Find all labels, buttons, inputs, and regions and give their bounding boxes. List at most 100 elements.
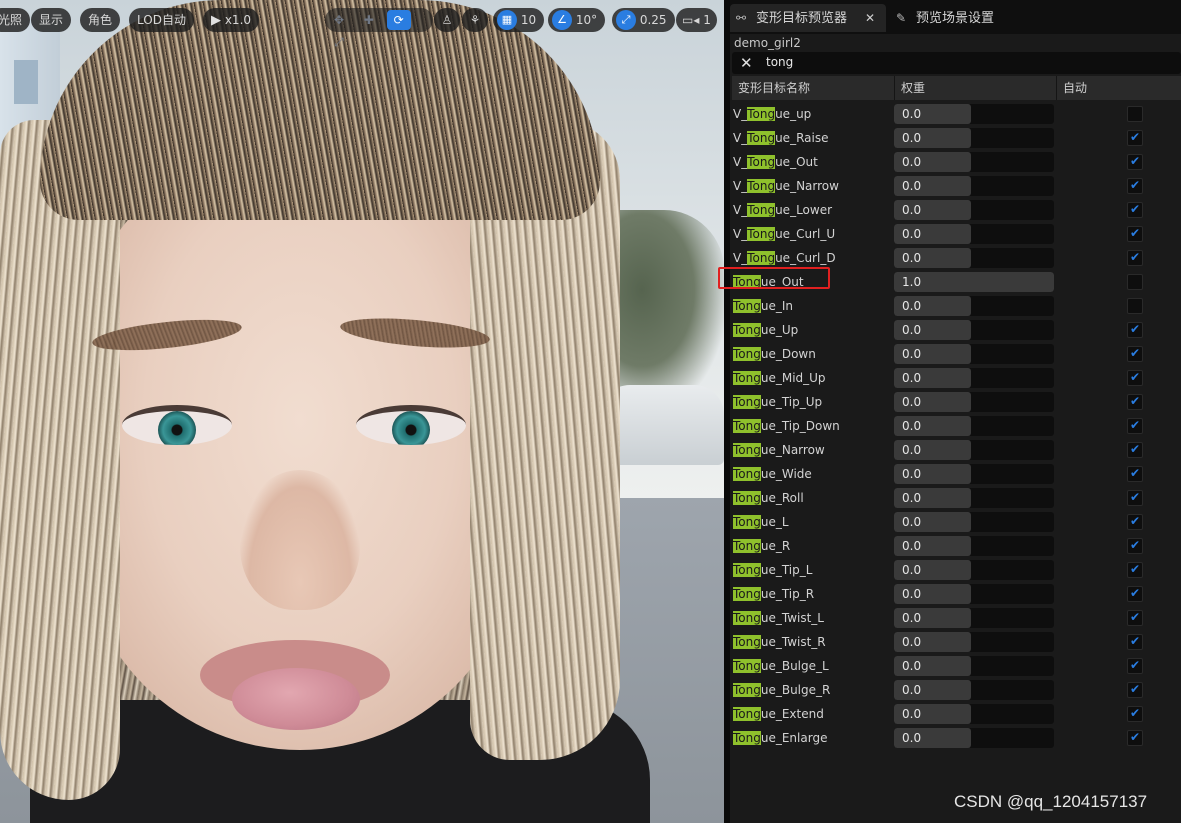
angle-snap-button[interactable]: ∠ 10° <box>548 8 606 32</box>
tab-preview-scene-settings[interactable]: ✎ 预览场景设置 <box>890 4 1030 32</box>
lighting-button[interactable]: 光照 <box>0 8 31 32</box>
surface-snap-button[interactable]: ⚘ <box>462 8 488 32</box>
auto-checkbox[interactable] <box>1127 370 1143 386</box>
weight-slider[interactable]: 0.0 <box>894 416 1054 436</box>
auto-checkbox[interactable] <box>1127 514 1143 530</box>
auto-checkbox[interactable] <box>1127 466 1143 482</box>
auto-checkbox[interactable] <box>1127 610 1143 626</box>
weight-slider[interactable]: 0.0 <box>894 680 1054 700</box>
weight-slider[interactable]: 0.0 <box>894 248 1054 268</box>
table-row[interactable]: Tongue_Tip_Up 0.0 <box>730 390 1181 414</box>
weight-slider[interactable]: 0.0 <box>894 512 1054 532</box>
auto-checkbox[interactable] <box>1127 658 1143 674</box>
auto-checkbox[interactable] <box>1127 322 1143 338</box>
auto-checkbox[interactable] <box>1127 346 1143 362</box>
camera-speed-button[interactable]: ▭◂ 1 <box>676 8 717 32</box>
scale-tool-icon[interactable]: ⤢ <box>327 32 351 52</box>
auto-checkbox[interactable] <box>1127 586 1143 602</box>
weight-slider[interactable]: 0.0 <box>894 368 1054 388</box>
table-row[interactable]: V_Tongue_Narrow 0.0 <box>730 174 1181 198</box>
auto-checkbox[interactable] <box>1127 130 1143 146</box>
auto-checkbox[interactable] <box>1127 202 1143 218</box>
coordinate-space-button[interactable]: ♙ <box>434 8 460 32</box>
weight-slider[interactable]: 0.0 <box>894 488 1054 508</box>
auto-checkbox[interactable] <box>1127 106 1143 122</box>
tab-morph-target-previewer[interactable]: ⚯ 变形目标预览器 ✕ <box>730 4 886 32</box>
auto-checkbox[interactable] <box>1127 706 1143 722</box>
weight-slider[interactable]: 0.0 <box>894 464 1054 484</box>
show-button[interactable]: 显示 <box>31 8 72 32</box>
table-row[interactable]: Tongue_Twist_R 0.0 <box>730 630 1181 654</box>
table-row[interactable]: Tongue_Up 0.0 <box>730 318 1181 342</box>
weight-slider[interactable]: 0.0 <box>894 704 1054 724</box>
lod-button[interactable]: LOD自动 <box>129 8 194 32</box>
table-row[interactable]: Tongue_Down 0.0 <box>730 342 1181 366</box>
table-row[interactable]: Tongue_Mid_Up 0.0 <box>730 366 1181 390</box>
weight-slider[interactable]: 0.0 <box>894 584 1054 604</box>
grid-snap-button[interactable]: ▦ 10 <box>493 8 545 32</box>
auto-checkbox[interactable] <box>1127 274 1143 290</box>
table-row[interactable]: Tongue_Bulge_R 0.0 <box>730 678 1181 702</box>
move-tool-icon[interactable]: ✚ <box>357 10 381 30</box>
table-row[interactable]: V_Tongue_Raise 0.0 <box>730 126 1181 150</box>
auto-checkbox[interactable] <box>1127 682 1143 698</box>
table-row[interactable]: Tongue_Narrow 0.0 <box>730 438 1181 462</box>
close-icon[interactable]: ✕ <box>865 4 875 32</box>
weight-slider[interactable]: 0.0 <box>894 200 1054 220</box>
auto-checkbox[interactable] <box>1127 562 1143 578</box>
weight-slider[interactable]: 0.0 <box>894 608 1054 628</box>
column-header-name[interactable]: 变形目标名称 <box>732 76 895 100</box>
weight-slider[interactable]: 0.0 <box>894 320 1054 340</box>
weight-slider[interactable]: 0.0 <box>894 632 1054 652</box>
viewport[interactable]: 光照 显示 角色 LOD自动 ▶ x1.0 ✥ ✚ ⟳ ⤢ ♙ ⚘ ▦ 10 ∠… <box>0 0 724 823</box>
column-header-weight[interactable]: 权重 <box>895 76 1057 100</box>
auto-checkbox[interactable] <box>1127 634 1143 650</box>
table-row[interactable]: V_Tongue_up 0.0 <box>730 102 1181 126</box>
table-row[interactable]: Tongue_Tip_L 0.0 <box>730 558 1181 582</box>
auto-checkbox[interactable] <box>1127 538 1143 554</box>
column-header-auto[interactable]: 自动 <box>1057 76 1181 100</box>
weight-slider[interactable]: 1.0 <box>894 272 1054 292</box>
weight-slider[interactable]: 0.0 <box>894 176 1054 196</box>
play-speed-button[interactable]: ▶ x1.0 <box>203 8 260 32</box>
character-button[interactable]: 角色 <box>80 8 121 32</box>
auto-checkbox[interactable] <box>1127 394 1143 410</box>
auto-checkbox[interactable] <box>1127 298 1143 314</box>
table-row[interactable]: Tongue_Wide 0.0 <box>730 462 1181 486</box>
weight-slider[interactable]: 0.0 <box>894 152 1054 172</box>
table-row[interactable]: Tongue_Enlarge 0.0 <box>730 726 1181 750</box>
table-row[interactable]: V_Tongue_Curl_U 0.0 <box>730 222 1181 246</box>
auto-checkbox[interactable] <box>1127 226 1143 242</box>
auto-checkbox[interactable] <box>1127 250 1143 266</box>
table-row[interactable]: Tongue_Tip_R 0.0 <box>730 582 1181 606</box>
auto-checkbox[interactable] <box>1127 442 1143 458</box>
weight-slider[interactable]: 0.0 <box>894 536 1054 556</box>
table-row[interactable]: Tongue_Extend 0.0 <box>730 702 1181 726</box>
table-row[interactable]: Tongue_Bulge_L 0.0 <box>730 654 1181 678</box>
table-row[interactable]: Tongue_Tip_Down 0.0 <box>730 414 1181 438</box>
auto-checkbox[interactable] <box>1127 490 1143 506</box>
rotate-tool-icon[interactable]: ⟳ <box>386 10 411 30</box>
select-tool-icon[interactable]: ✥ <box>327 10 351 30</box>
weight-slider[interactable]: 0.0 <box>894 128 1054 148</box>
table-row[interactable]: Tongue_Roll 0.0 <box>730 486 1181 510</box>
table-row[interactable]: Tongue_R 0.0 <box>730 534 1181 558</box>
auto-checkbox[interactable] <box>1127 154 1143 170</box>
table-row[interactable]: Tongue_Twist_L 0.0 <box>730 606 1181 630</box>
weight-slider[interactable]: 0.0 <box>894 296 1054 316</box>
weight-slider[interactable]: 0.0 <box>894 656 1054 676</box>
auto-checkbox[interactable] <box>1127 418 1143 434</box>
auto-checkbox[interactable] <box>1127 730 1143 746</box>
weight-slider[interactable]: 0.0 <box>894 440 1054 460</box>
table-row[interactable]: V_Tongue_Lower 0.0 <box>730 198 1181 222</box>
weight-slider[interactable]: 0.0 <box>894 224 1054 244</box>
weight-slider[interactable]: 0.0 <box>894 392 1054 412</box>
auto-checkbox[interactable] <box>1127 178 1143 194</box>
weight-slider[interactable]: 0.0 <box>894 104 1054 124</box>
search-input[interactable]: ✕ tong <box>732 52 1181 74</box>
table-row[interactable]: V_Tongue_Out 0.0 <box>730 150 1181 174</box>
scale-snap-button[interactable]: ⤢ 0.25 <box>612 8 675 32</box>
weight-slider[interactable]: 0.0 <box>894 728 1054 748</box>
weight-slider[interactable]: 0.0 <box>894 344 1054 364</box>
clear-search-icon[interactable]: ✕ <box>740 53 753 73</box>
